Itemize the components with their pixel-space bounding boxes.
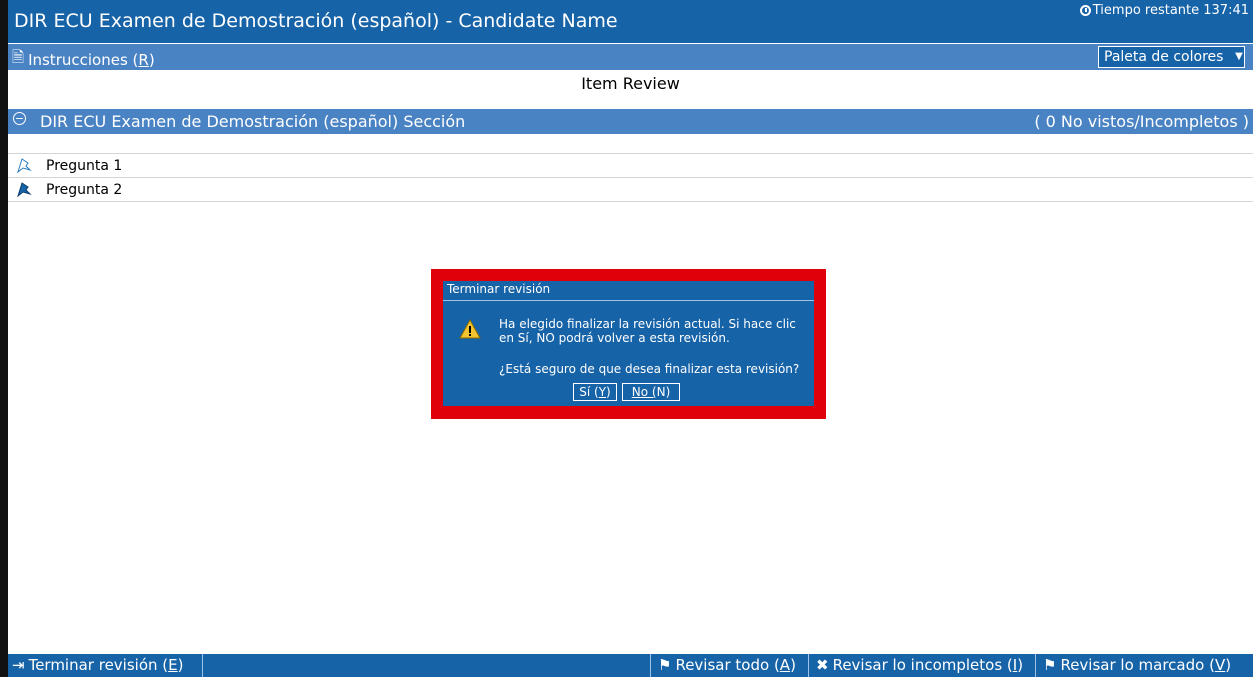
timer-label: Tiempo restante 137:41 <box>1092 3 1249 18</box>
list-item[interactable]: Pregunta 1 <box>8 153 1253 177</box>
review-all-label: Revisar todo (A) <box>675 656 796 674</box>
palette-selected: Paleta de colores <box>1104 49 1224 65</box>
divider <box>8 201 1253 202</box>
section-header[interactable]: − DIR ECU Examen de Demostración (españo… <box>8 109 1253 134</box>
exam-window: DIR ECU Examen de Demostración (español)… <box>0 0 1253 677</box>
instructions-link[interactable]: 🗎 Instrucciones (R) <box>12 47 155 72</box>
color-palette-select[interactable]: Paleta de colores ▼ <box>1098 46 1245 68</box>
close-icon: ✖ <box>816 656 829 674</box>
section-name: DIR ECU Examen de Demostración (español)… <box>40 112 466 131</box>
bottom-toolbar: ⇥ Terminar revisión (E) ⚑ Revisar todo (… <box>8 654 1253 677</box>
clock-icon <box>1079 5 1091 16</box>
question-label: Pregunta 2 <box>46 182 123 198</box>
divider <box>1035 654 1036 677</box>
review-all-button[interactable]: ⚑ Revisar todo (A) <box>658 656 796 674</box>
divider <box>650 654 651 677</box>
question-label: Pregunta 1 <box>46 158 123 174</box>
window-title: DIR ECU Examen de Demostración (español)… <box>14 10 618 32</box>
collapse-icon[interactable]: − <box>13 112 26 125</box>
section-status: ( 0 No vistos/Incompletos ) <box>1034 112 1249 131</box>
instructions-label: Instrucciones (R) <box>28 50 155 69</box>
divider <box>202 654 203 677</box>
dialog-confirm-text: ¿Está seguro de que desea finalizar esta… <box>499 362 800 376</box>
review-flagged-button[interactable]: ⚑ Revisar lo marcado (V) <box>1043 656 1231 674</box>
instructions-bar: 🗎 Instrucciones (R) Paleta de colores ▼ <box>8 44 1253 70</box>
dialog-title: Terminar revisión <box>443 281 814 301</box>
dropdown-arrow-icon: ▼ <box>1234 47 1244 67</box>
page-title: Item Review <box>581 74 680 93</box>
warning-icon <box>459 318 481 339</box>
flags-icon: ⚑ <box>658 656 672 674</box>
no-button[interactable]: No (N) <box>622 383 680 401</box>
yes-button[interactable]: Sí (Y) <box>573 383 617 401</box>
list-item[interactable]: Pregunta 2 <box>8 177 1253 201</box>
dialog-message: Ha elegido finalizar la revisión actual.… <box>499 317 796 345</box>
exit-icon: ⇥ <box>12 656 25 674</box>
filled-flag-icon <box>17 182 32 197</box>
outline-flag-icon <box>17 158 32 173</box>
divider <box>808 654 809 677</box>
end-review-dialog: Terminar revisión Ha elegido finalizar l… <box>443 281 814 406</box>
end-review-button[interactable]: ⇥ Terminar revisión (E) <box>12 656 183 674</box>
review-incomplete-label: Revisar lo incompletos (I) <box>832 656 1024 674</box>
end-review-label: Terminar revisión (E) <box>28 656 184 674</box>
document-icon: 🗎 <box>12 48 25 66</box>
flag-icon: ⚑ <box>1043 656 1057 674</box>
review-incomplete-button[interactable]: ✖ Revisar lo incompletos (I) <box>816 656 1023 674</box>
review-flagged-label: Revisar lo marcado (V) <box>1060 656 1232 674</box>
title-bar: DIR ECU Examen de Demostración (español)… <box>8 0 1253 43</box>
left-edge <box>0 0 8 677</box>
time-remaining: Tiempo restante 137:41 <box>1079 3 1249 18</box>
